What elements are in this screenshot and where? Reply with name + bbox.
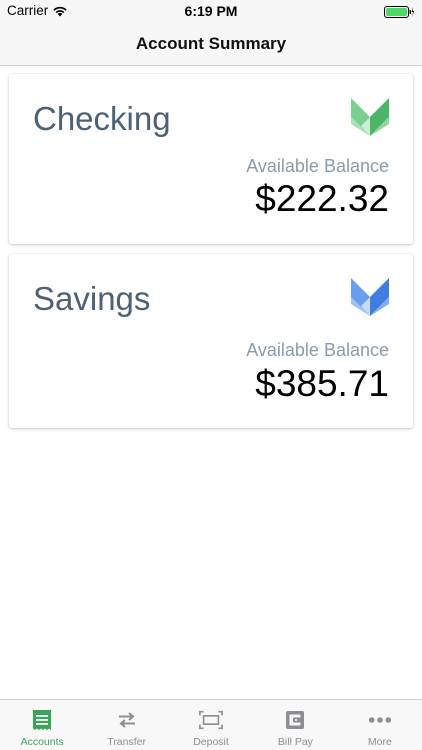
tab-label: Deposit <box>193 736 229 748</box>
tab-label: Transfer <box>107 736 146 748</box>
tab-deposit[interactable]: Deposit <box>169 700 253 750</box>
tab-more[interactable]: More <box>338 700 422 750</box>
battery-icon <box>384 5 414 18</box>
tab-label: Bill Pay <box>277 736 313 748</box>
page-title: Account Summary <box>135 33 287 53</box>
more-icon <box>368 709 392 731</box>
account-card-checking[interactable]: Checking Available Balance $222.32 <box>9 74 413 244</box>
account-list: Checking Available Balance $222.32 Savin… <box>0 66 422 699</box>
bank-logo-icon <box>351 98 389 136</box>
bill-pay-icon <box>283 709 307 731</box>
available-balance-label: Available Balance <box>246 340 389 360</box>
available-balance-label: Available Balance <box>246 156 389 176</box>
accounts-icon <box>30 709 54 731</box>
tab-label: More <box>367 736 392 748</box>
tab-label: Accounts <box>20 736 64 748</box>
status-bar: Carrier 6:19 PM <box>0 0 422 22</box>
account-name: Checking <box>33 100 171 137</box>
tab-transfer[interactable]: Transfer <box>84 700 168 750</box>
navigation-bar: Account Summary <box>0 22 422 66</box>
account-card-savings[interactable]: Savings Available Balance $385.71 <box>9 254 413 428</box>
available-balance-value: $222.32 <box>255 178 389 219</box>
deposit-icon <box>199 709 223 731</box>
available-balance-value: $385.71 <box>255 363 389 404</box>
account-name: Savings <box>33 280 151 317</box>
status-time: 6:19 PM <box>184 3 238 19</box>
bank-logo-icon <box>351 278 389 316</box>
transfer-icon <box>115 709 139 731</box>
tab-bill-pay[interactable]: Bill Pay <box>253 700 337 750</box>
tab-accounts[interactable]: Accounts <box>0 700 84 750</box>
tab-bar: Accounts Transfer Deposit Bill Pay More <box>0 699 422 750</box>
